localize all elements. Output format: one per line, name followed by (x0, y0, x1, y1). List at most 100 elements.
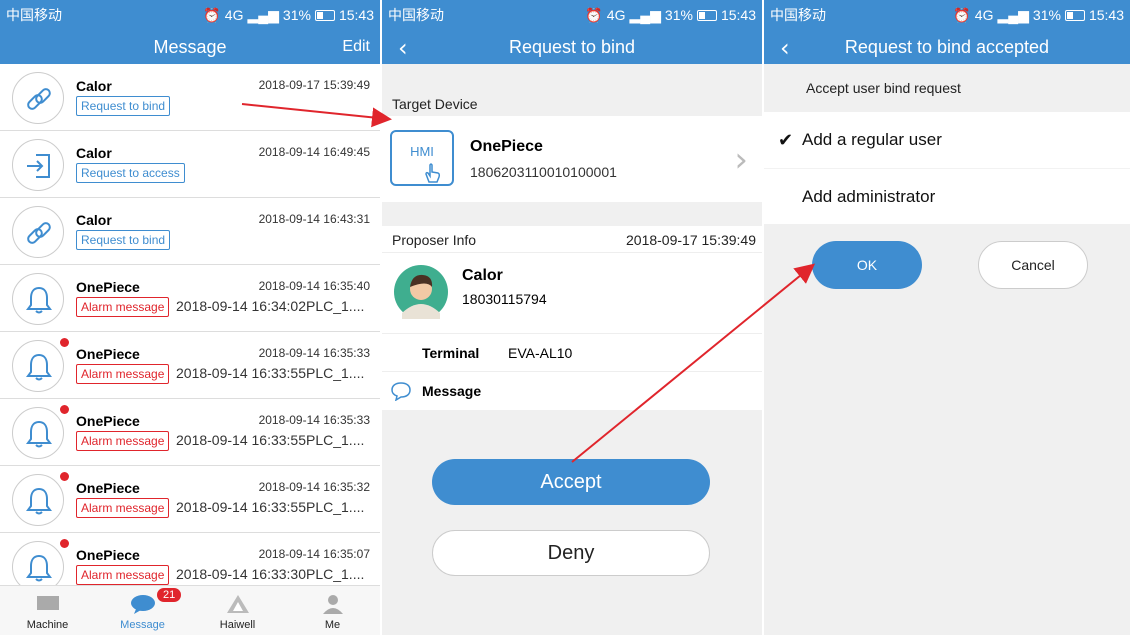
page-title: Message (153, 36, 227, 57)
person-icon (320, 594, 346, 614)
network-label: 4G (606, 7, 626, 23)
page-title: Request to bind accepted (844, 36, 1050, 57)
nav-bar: ‹ Request to bind accepted (764, 30, 1130, 64)
proposer-time: 2018-09-17 15:39:49 (626, 232, 756, 248)
proposer-card: Calor 18030115794 (382, 252, 762, 334)
sender-name: OnePiece (76, 480, 140, 496)
tap-hand-icon (425, 163, 441, 183)
clock-label: 15:43 (720, 7, 756, 23)
message-item[interactable]: OnePiece 2018-09-14 16:35:33 Alarm message… (0, 399, 380, 466)
battery-label: 31% (1032, 7, 1061, 23)
message-preview: 2018-09-14 16:33:55PLC_1.... (176, 499, 365, 515)
target-device-card[interactable]: HMI OnePiece 1806203110010100001 › (382, 116, 762, 202)
page-title: Request to bind (508, 36, 636, 57)
accept-prompt: Accept user bind request (806, 80, 961, 96)
alarm-clock-icon: ⏰ (203, 6, 221, 23)
ok-button[interactable]: OK (812, 241, 922, 289)
clock-label: 15:43 (338, 7, 374, 23)
bell-icon (12, 474, 64, 526)
login-icon (12, 139, 64, 191)
chevron-right-icon: › (734, 140, 748, 180)
bind-accepted-screen: 中国移动 ⏰ 4G ▂▄▆ 31% 15:43 ‹ Request to bin… (764, 0, 1130, 635)
back-arrow-icon[interactable]: ‹ (780, 34, 790, 62)
message-time: 2018-09-17 15:39:49 (258, 78, 370, 92)
bell-icon (12, 273, 64, 325)
unread-dot (60, 539, 69, 548)
cancel-button[interactable]: Cancel (978, 241, 1088, 289)
sender-name: Calor (76, 212, 112, 228)
carrier-label: 中国移动 (770, 7, 826, 23)
message-time: 2018-09-14 16:35:33 (258, 413, 370, 427)
unread-dot (60, 405, 69, 414)
battery-label: 31% (282, 7, 311, 23)
terminal-label: Terminal (422, 345, 480, 361)
target-device-header: Target Device (382, 88, 762, 116)
signal-icon: ▂▄▆ (997, 6, 1029, 23)
option-administrator[interactable]: Add administrator (764, 168, 1130, 224)
tab-haiwell[interactable]: Haiwell (190, 586, 285, 635)
battery-icon (1064, 9, 1085, 21)
alarm-clock-icon: ⏰ (953, 6, 971, 23)
sender-name: OnePiece (76, 547, 140, 563)
battery-icon (696, 9, 717, 21)
message-time: 2018-09-14 16:43:31 (258, 212, 370, 226)
back-arrow-icon[interactable]: ‹ (398, 34, 408, 62)
message-item[interactable]: OnePiece 2018-09-14 16:35:32 Alarm message… (0, 466, 380, 533)
tab-machine[interactable]: Machine (0, 586, 95, 635)
carrier-label: 中国移动 (388, 7, 444, 23)
message-type-tag: Alarm message (76, 498, 170, 518)
speech-bubble-icon (391, 382, 411, 401)
bell-icon (12, 340, 64, 392)
message-type-tag: Alarm message (76, 431, 170, 451)
haiwell-logo-icon (225, 594, 251, 614)
user-avatar (394, 265, 448, 319)
network-label: 4G (224, 7, 244, 23)
unread-dot (60, 338, 69, 347)
bell-icon (12, 407, 64, 459)
machine-icon (35, 594, 61, 614)
accept-button[interactable]: Accept (432, 459, 710, 505)
message-time: 2018-09-14 16:35:32 (258, 480, 370, 494)
message-type-tag: Alarm message (76, 565, 170, 585)
link-icon (12, 206, 64, 258)
message-item[interactable]: OnePiece 2018-09-14 16:35:33 Alarm message… (0, 332, 380, 399)
tab-me[interactable]: Me (285, 586, 380, 635)
user-phone: 18030115794 (462, 291, 547, 307)
battery-label: 31% (664, 7, 693, 23)
sender-name: OnePiece (76, 413, 140, 429)
network-label: 4G (974, 7, 994, 23)
message-list: Calor 2018-09-17 15:39:49 Request to bind C… (0, 64, 380, 600)
nav-bar: ‹ Request to bind (382, 30, 762, 64)
message-type-tag: Request to access (76, 163, 185, 183)
target-device-label: Target Device (392, 96, 478, 112)
status-bar: 中国移动 ⏰ 4G ▂▄▆ 31% 15:43 (382, 0, 762, 30)
message-row: Message (382, 372, 762, 410)
edit-button[interactable]: Edit (342, 38, 370, 56)
status-bar: 中国移动 ⏰ 4G ▂▄▆ 31% 15:43 (0, 0, 380, 30)
tab-message[interactable]: 21 Message (95, 586, 190, 635)
message-item[interactable]: OnePiece 2018-09-14 16:35:40 Alarm message… (0, 265, 380, 332)
message-type-tag: Request to bind (76, 230, 171, 250)
alarm-clock-icon: ⏰ (585, 6, 603, 23)
message-time: 2018-09-14 16:49:45 (258, 145, 370, 159)
link-icon (12, 72, 64, 124)
message-item[interactable]: Calor 2018-09-14 16:49:45 Request to acces… (0, 131, 380, 198)
message-time: 2018-09-14 16:35:40 (258, 279, 370, 293)
tab-bar: Machine 21 Message Haiwell Me (0, 585, 380, 635)
unread-count-badge: 21 (157, 588, 182, 602)
chat-icon (130, 594, 156, 614)
message-item[interactable]: Calor 2018-09-14 16:43:31 Request to bind (0, 198, 380, 265)
message-item[interactable]: Calor 2018-09-17 15:39:49 Request to bind (0, 64, 380, 131)
proposer-info-header: Proposer Info 2018-09-17 15:39:49 (382, 226, 762, 252)
clock-label: 15:43 (1088, 7, 1124, 23)
deny-button[interactable]: Deny (432, 530, 710, 576)
checkmark-icon: ✔ (778, 129, 794, 150)
sender-name: Calor (76, 78, 112, 94)
tab-label: Me (324, 619, 341, 631)
message-type-tag: Request to bind (76, 96, 171, 116)
unread-dot (60, 472, 69, 481)
signal-icon: ▂▄▆ (247, 6, 279, 23)
device-id: 1806203110010100001 (470, 164, 617, 180)
battery-icon (314, 9, 335, 21)
option-regular-user[interactable]: ✔ Add a regular user (764, 112, 1130, 168)
